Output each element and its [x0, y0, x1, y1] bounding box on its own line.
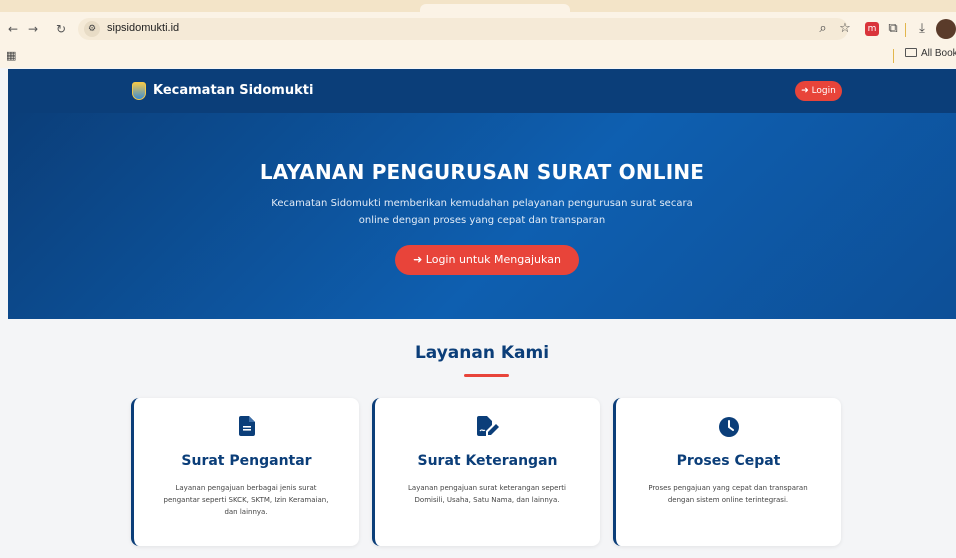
- forward-icon[interactable]: →: [24, 20, 42, 38]
- active-tab[interactable]: [420, 4, 570, 12]
- address-bar[interactable]: [78, 18, 848, 40]
- all-bookmarks-label: All Bookm: [921, 48, 956, 59]
- reload-icon[interactable]: ↻: [52, 20, 70, 38]
- card-title: Proses Cepat: [676, 453, 781, 469]
- service-card-proses-cepat[interactable]: Proses Cepat Proses pengajuan yang cepat…: [613, 398, 841, 546]
- back-icon[interactable]: ←: [4, 20, 22, 38]
- hero-login-button[interactable]: ➜ Login untuk Mengajukan: [395, 245, 579, 275]
- hero-title: LAYANAN PENGURUSAN SURAT ONLINE: [259, 160, 705, 184]
- tab-strip: [0, 0, 956, 12]
- brand-logo-icon[interactable]: [132, 82, 146, 100]
- bookmarks-divider: [893, 49, 894, 63]
- zoom-icon[interactable]: ⌕: [813, 19, 833, 39]
- card-description: Proses pengajuan yang cepat dan transpar…: [648, 484, 808, 504]
- toolbar-divider: [905, 23, 906, 37]
- nav-login-button[interactable]: ➜ Login: [795, 81, 842, 101]
- hero-subtitle: Kecamatan Sidomukti memberikan kemudahan…: [271, 198, 693, 226]
- bookmarks-bar: [0, 44, 956, 68]
- extension-icon[interactable]: m: [865, 22, 879, 36]
- url-text[interactable]: sipsidomukti.id: [107, 22, 179, 34]
- card-description: Layanan pengajuan surat keterangan seper…: [408, 484, 566, 504]
- card-title: Surat Pengantar: [181, 453, 312, 469]
- login-arrow-icon: ➜: [801, 86, 809, 96]
- card-description: Layanan pengajuan berbagai jenis surat p…: [163, 484, 329, 516]
- clock-icon: [616, 416, 841, 438]
- folder-icon: [905, 48, 917, 57]
- login-arrow-icon: ➜: [413, 253, 423, 266]
- card-title: Surat Keterangan: [417, 453, 558, 469]
- brand-name[interactable]: Kecamatan Sidomukti: [153, 83, 313, 98]
- download-icon[interactable]: ⤓: [912, 19, 932, 39]
- signature-icon: [375, 416, 600, 438]
- nav-login-label: Login: [811, 86, 836, 96]
- all-bookmarks-button[interactable]: All Bookm: [905, 48, 956, 59]
- service-card-surat-keterangan[interactable]: Surat Keterangan Layanan pengajuan surat…: [372, 398, 600, 546]
- hero-login-label: Login untuk Mengajukan: [425, 253, 561, 266]
- extensions-puzzle-icon[interactable]: ⧉: [883, 19, 903, 39]
- apps-grid-icon[interactable]: ▦: [6, 49, 16, 62]
- bookmark-star-icon[interactable]: ☆: [835, 19, 855, 39]
- document-icon: [134, 416, 359, 438]
- title-underline: [464, 374, 509, 377]
- services-title: Layanan Kami: [414, 343, 550, 363]
- profile-avatar[interactable]: [936, 19, 956, 39]
- service-card-surat-pengantar[interactable]: Surat Pengantar Layanan pengajuan berbag…: [131, 398, 359, 546]
- site-info-icon[interactable]: ⚙: [84, 21, 100, 37]
